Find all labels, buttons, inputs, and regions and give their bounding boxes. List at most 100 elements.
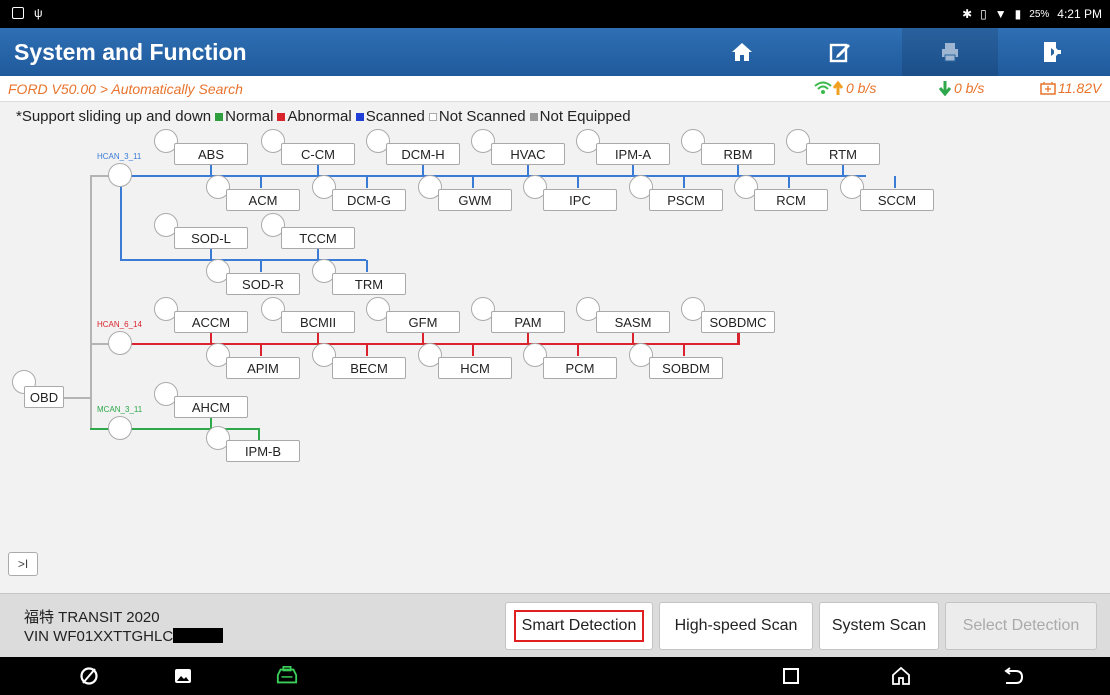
module-pam[interactable]: PAM <box>491 311 565 333</box>
upload-rate: 0 b/s <box>814 80 876 96</box>
hcan3-stub <box>894 176 896 188</box>
vehicle-name: 福特 TRANSIT 2020 <box>24 609 160 626</box>
battery-voltage: 11.82V <box>1040 80 1101 96</box>
module-sobdm[interactable]: SOBDM <box>649 357 723 379</box>
hcan3-stub <box>842 165 844 176</box>
obd-link-line <box>64 397 90 399</box>
battery-icon: ▮ <box>1014 7 1022 21</box>
hcan3-junction <box>108 163 132 187</box>
clock: 4:21 PM <box>1057 7 1102 21</box>
hcan6-stub <box>632 333 634 344</box>
recents-icon[interactable] <box>780 665 802 687</box>
vibrate-icon: ▯ <box>980 7 987 21</box>
hcan3-stub <box>632 165 634 176</box>
hcan6-stub <box>210 333 212 344</box>
legend-scanned: Scanned <box>365 108 425 125</box>
module-hcm[interactable]: HCM <box>438 357 512 379</box>
bus-label-hcan3: HCAN_3_11 <box>97 152 142 161</box>
vci-connector-icon[interactable] <box>276 665 298 687</box>
module-accm[interactable]: ACCM <box>174 311 248 333</box>
mcan-stub <box>258 428 260 440</box>
hcan6-stub <box>317 333 319 344</box>
legend-not-scanned: Not Scanned <box>438 108 526 125</box>
expand-panel-button[interactable]: >I <box>8 552 38 576</box>
exit-button[interactable] <box>1004 28 1100 76</box>
hcan3-drop-line <box>120 175 122 261</box>
page-title: System and Function <box>14 39 247 65</box>
gallery-icon[interactable] <box>172 665 194 687</box>
module-rtm[interactable]: RTM <box>806 143 880 165</box>
hcan3-stub <box>737 165 739 176</box>
hcan6-end-stub <box>738 333 740 344</box>
wifi-signal-icon: ▼ <box>994 7 1007 21</box>
module-gfm[interactable]: GFM <box>386 311 460 333</box>
usb-icon: ψ <box>34 6 43 20</box>
bus-label-mcan: MCAN_3_11 <box>97 405 143 414</box>
hcan3-sub-stub <box>317 249 319 260</box>
app-header: System and Function <box>0 28 1110 76</box>
vehicle-info: 福特 TRANSIT 2020 VIN WF01XXTTGHLC <box>24 608 224 646</box>
browser-icon[interactable] <box>78 665 100 687</box>
module-apim[interactable]: APIM <box>226 357 300 379</box>
hcan6-stub <box>366 344 368 356</box>
module-pscm[interactable]: PSCM <box>649 189 723 211</box>
module-trm[interactable]: TRM <box>332 273 406 295</box>
gallery-notification-icon <box>12 7 24 19</box>
download-rate: 0 b/s <box>938 80 984 96</box>
obd-node[interactable]: OBD <box>24 386 64 408</box>
hcan3-stub <box>527 165 529 176</box>
hcan3-stub <box>422 165 424 176</box>
module-dcm-h[interactable]: DCM-H <box>386 143 460 165</box>
edit-report-button[interactable] <box>792 28 888 76</box>
hcan3-stub <box>683 176 685 188</box>
module-sod-l[interactable]: SOD-L <box>174 227 248 249</box>
module-ipc[interactable]: IPC <box>543 189 617 211</box>
module-rbm[interactable]: RBM <box>701 143 775 165</box>
module-ahcm[interactable]: AHCM <box>174 396 248 418</box>
module-sobdmc[interactable]: SOBDMC <box>701 311 775 333</box>
hcan6-stub <box>527 333 529 344</box>
hcan3-stub <box>260 176 262 188</box>
module-sod-r[interactable]: SOD-R <box>226 273 300 295</box>
module-acm[interactable]: ACM <box>226 189 300 211</box>
select-detection-button[interactable]: Select Detection <box>945 602 1097 650</box>
home-button[interactable] <box>694 28 790 76</box>
module-pcm[interactable]: PCM <box>543 357 617 379</box>
home-icon <box>732 43 752 61</box>
back-icon[interactable] <box>1002 665 1024 687</box>
print-button[interactable] <box>902 28 998 76</box>
legend-normal-swatch <box>215 112 224 121</box>
module-sasm[interactable]: SASM <box>596 311 670 333</box>
status-legend: *Support sliding up and down Normal Abno… <box>16 108 631 125</box>
module-gwm[interactable]: GWM <box>438 189 512 211</box>
module-dcm-g[interactable]: DCM-G <box>332 189 406 211</box>
module-sccm[interactable]: SCCM <box>860 189 934 211</box>
home-nav-icon[interactable] <box>890 665 912 687</box>
hcan3-stub <box>210 165 212 176</box>
module-ipm-b[interactable]: IPM-B <box>226 440 300 462</box>
trunk-line <box>90 175 92 430</box>
print-icon <box>942 43 958 62</box>
module-tccm[interactable]: TCCM <box>281 227 355 249</box>
smart-detection-button[interactable]: Smart Detection <box>505 602 653 650</box>
high-speed-scan-button[interactable]: High-speed Scan <box>659 602 813 650</box>
status-bar: ψ ✱ ▯ ▼ ▮ 25% 4:21 PM <box>0 0 1110 28</box>
system-nav-bar <box>0 657 1110 695</box>
network-topology[interactable]: HCAN_3_11 HCAN_6_14 MCAN_3_11 OBD ABS C-CM DCM… <box>0 129 1110 560</box>
module-becm[interactable]: BECM <box>332 357 406 379</box>
hcan3-sub-stub <box>366 260 368 272</box>
module-bcmii[interactable]: BCMII <box>281 311 355 333</box>
module-hvac[interactable]: HVAC <box>491 143 565 165</box>
system-scan-button[interactable]: System Scan <box>819 602 939 650</box>
module-c-cm[interactable]: C-CM <box>281 143 355 165</box>
hcan6-stub <box>422 333 424 344</box>
action-footer: 福特 TRANSIT 2020 VIN WF01XXTTGHLC Smart D… <box>0 593 1110 657</box>
hcan3-stub <box>788 176 790 188</box>
module-rcm[interactable]: RCM <box>754 189 828 211</box>
hcan6-stub <box>260 344 262 356</box>
hcan3-sub-stub <box>260 260 262 272</box>
car-battery-icon <box>1040 82 1056 95</box>
module-ipm-a[interactable]: IPM-A <box>596 143 670 165</box>
legend-scanned-swatch <box>355 112 364 121</box>
module-abs[interactable]: ABS <box>174 143 248 165</box>
